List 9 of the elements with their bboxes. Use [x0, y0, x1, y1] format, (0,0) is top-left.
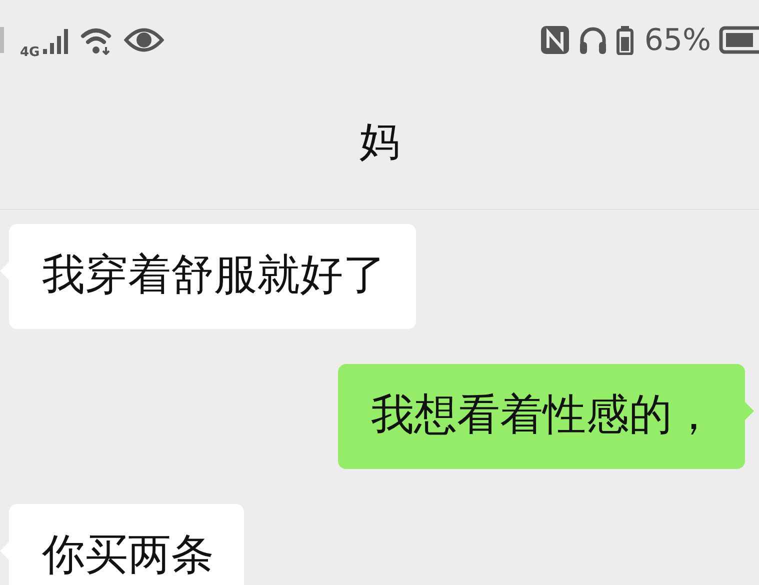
nfc-icon	[540, 25, 570, 55]
headphones-icon	[578, 25, 608, 55]
eye-icon	[124, 26, 164, 54]
battery-icon	[616, 25, 634, 55]
network-type: 4G	[20, 44, 40, 60]
battery-icon	[719, 25, 759, 55]
chat-title: 妈	[360, 118, 400, 167]
battery-percentage: 65%	[644, 22, 711, 58]
bubble-tail	[745, 402, 754, 420]
